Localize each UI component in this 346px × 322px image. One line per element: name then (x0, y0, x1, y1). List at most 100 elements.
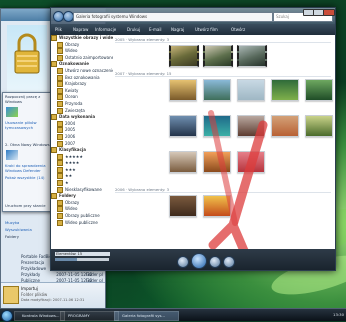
photo-thumbnail[interactable] (305, 115, 333, 137)
nav-item[interactable]: Klasyfikacja (51, 147, 113, 154)
nav-item[interactable]: Wideo publiczne (51, 219, 113, 227)
toolbar-open[interactable]: Otwórz (231, 26, 245, 33)
detail-date: Data modyfikacji: 2007-11-06 12:31 (21, 298, 85, 302)
sidebar-link-music[interactable]: Muzyka (3, 219, 33, 226)
slideshow-button[interactable] (191, 253, 207, 269)
nav-item[interactable]: Obrazy (51, 41, 113, 49)
sidebar-link-searches[interactable]: Wyszukiwania (3, 226, 33, 233)
video-thumbnail[interactable] (169, 45, 199, 67)
toolbar-fix[interactable]: Napraw (73, 26, 88, 33)
photo-thumbnail[interactable] (237, 79, 265, 101)
nav-item-label: Obrazy publiczne (65, 213, 100, 219)
nav-item[interactable]: Bez oznakowania (51, 74, 113, 82)
folder-icon (57, 100, 63, 107)
nav-item[interactable]: ★ (51, 180, 113, 187)
toolbar-burn[interactable]: Nagraj (171, 26, 184, 33)
video-thumbnail[interactable] (203, 45, 233, 67)
toolbar-print[interactable]: Drukuj (127, 26, 140, 33)
address-bar[interactable]: Galeria fotografii systemu Windows (73, 12, 273, 22)
nav-item[interactable]: Wideo (51, 48, 113, 55)
group-header[interactable]: 2006 · Wybrano elementy: 3 (115, 187, 331, 193)
folder-icon (57, 54, 63, 61)
welcome-dialog[interactable]: Rozpocznij pracę z Windows Usuwanie plik… (2, 92, 54, 212)
folder-icon (57, 186, 63, 193)
photo-thumbnail[interactable] (203, 115, 231, 137)
folder-icon (3, 286, 19, 304)
nav-item[interactable]: Zwierzęta (51, 107, 113, 115)
dialog-item[interactable]: Rozpocznij pracę z Windows (3, 93, 53, 105)
nav-item[interactable]: Data wykonania (51, 114, 113, 121)
nav-item-label: ★★★★★ (65, 153, 83, 159)
rotate-left-button[interactable] (177, 256, 189, 268)
toolbar-email[interactable]: E-mail (149, 26, 162, 33)
sidebar-link-folders[interactable]: Foldery (3, 233, 33, 240)
nav-item[interactable]: Niesklasyfikowane (51, 186, 113, 194)
folder-icon (51, 114, 57, 121)
nav-item[interactable]: Ocean (51, 94, 113, 101)
nav-item-label: Wideo publiczne (65, 219, 98, 225)
nav-item-label: Obrazy (65, 199, 80, 205)
dialog-item[interactable]: Pokaż wszystkie (14) (3, 174, 53, 181)
nav-item[interactable]: Przyroda (51, 100, 113, 108)
photo-thumbnail[interactable] (237, 115, 265, 137)
navigation-pane: Wszystkie obrazy i wideo Obrazy Wideo Ostat… (51, 35, 114, 249)
nav-item[interactable]: Oznakowanie (51, 61, 113, 68)
video-thumbnail[interactable] (237, 45, 267, 67)
folder-icon (57, 180, 63, 187)
nav-item-label: Wideo (65, 48, 78, 54)
nav-item[interactable]: Wszystkie obrazy i wideo (51, 35, 113, 42)
photo-thumbnail[interactable] (169, 115, 197, 137)
nav-item[interactable]: Krajobrazy (51, 81, 113, 88)
photo-thumbnail[interactable] (271, 115, 299, 137)
dialog-item[interactable]: Usuwanie plików tymczasowych (3, 119, 53, 131)
defender-icon (6, 150, 18, 160)
photo-thumbnail[interactable] (203, 195, 231, 217)
photo-thumbnail[interactable] (305, 79, 333, 101)
nav-item[interactable]: Kwiaty (51, 87, 113, 95)
dialog-checkbox[interactable]: Uruchom przy starcie (3, 202, 48, 209)
start-button[interactable] (1, 310, 13, 322)
toolbar-make-movie[interactable]: Utwórz film (195, 26, 218, 33)
delete-button[interactable] (223, 256, 235, 268)
nav-item[interactable]: Utwórz nowe oznaczenie (51, 67, 113, 75)
photo-thumbnail[interactable] (271, 79, 299, 101)
nav-item[interactable]: 2007 (51, 140, 113, 148)
nav-item[interactable]: Wideo (51, 206, 113, 213)
photo-thumbnail[interactable] (169, 79, 197, 101)
photo-gallery-window[interactable]: Galeria fotografii systemu Windows Szuka… (50, 7, 336, 271)
nav-item[interactable]: Obrazy publiczne (51, 213, 113, 220)
photo-thumbnail[interactable] (169, 195, 197, 217)
dialog-item[interactable]: Kroki do sprawdzenia Windows Defender (3, 162, 53, 174)
titlebar[interactable]: Galeria fotografii systemu Windows Szuka… (51, 8, 335, 24)
nav-item[interactable]: ★★★★★ (51, 153, 113, 161)
nav-item-label: Data wykonania (59, 114, 96, 120)
rotate-right-button[interactable] (209, 256, 221, 268)
clock[interactable]: 13:30 (333, 311, 344, 319)
photo-thumbnail[interactable] (203, 151, 231, 173)
nav-item[interactable]: Obrazy (51, 199, 113, 207)
nav-item-label: Zwierzęta (65, 107, 85, 113)
nav-item[interactable]: ★★★★ (51, 160, 113, 167)
nav-item[interactable]: ★★ (51, 173, 113, 180)
nav-item[interactable]: Foldery (51, 193, 113, 200)
nav-item-label: ★★ (65, 173, 73, 179)
nav-item[interactable]: 2006 (51, 133, 113, 141)
group-header[interactable]: 2005 · Wybrano elementy: 3 (115, 37, 331, 43)
photo-thumbnail[interactable] (203, 79, 231, 101)
nav-item[interactable]: Ostatnio zaimportowane (51, 54, 113, 62)
zoom-slider[interactable] (55, 258, 109, 261)
nav-item[interactable]: ★★★ (51, 166, 113, 174)
nav-item[interactable]: 2005 (51, 127, 113, 134)
close-button[interactable] (323, 9, 335, 16)
nav-item-label: ★★★ (65, 166, 76, 172)
toolbar-info[interactable]: Informacje (95, 26, 116, 33)
dialog-item[interactable]: 2. Okna Nowy Windows (3, 141, 53, 148)
nav-item-label: 2005 (65, 127, 76, 133)
toolbar-file[interactable]: Plik (55, 26, 62, 33)
folder-icon (57, 41, 63, 48)
detail-subtitle: Folder plików (21, 292, 48, 297)
photo-thumbnail[interactable] (237, 151, 265, 173)
group-header[interactable]: 2007 · Wybrano elementy: 15 (115, 71, 331, 77)
nav-item[interactable]: 2004 (51, 120, 113, 128)
photo-thumbnail[interactable] (169, 151, 197, 173)
